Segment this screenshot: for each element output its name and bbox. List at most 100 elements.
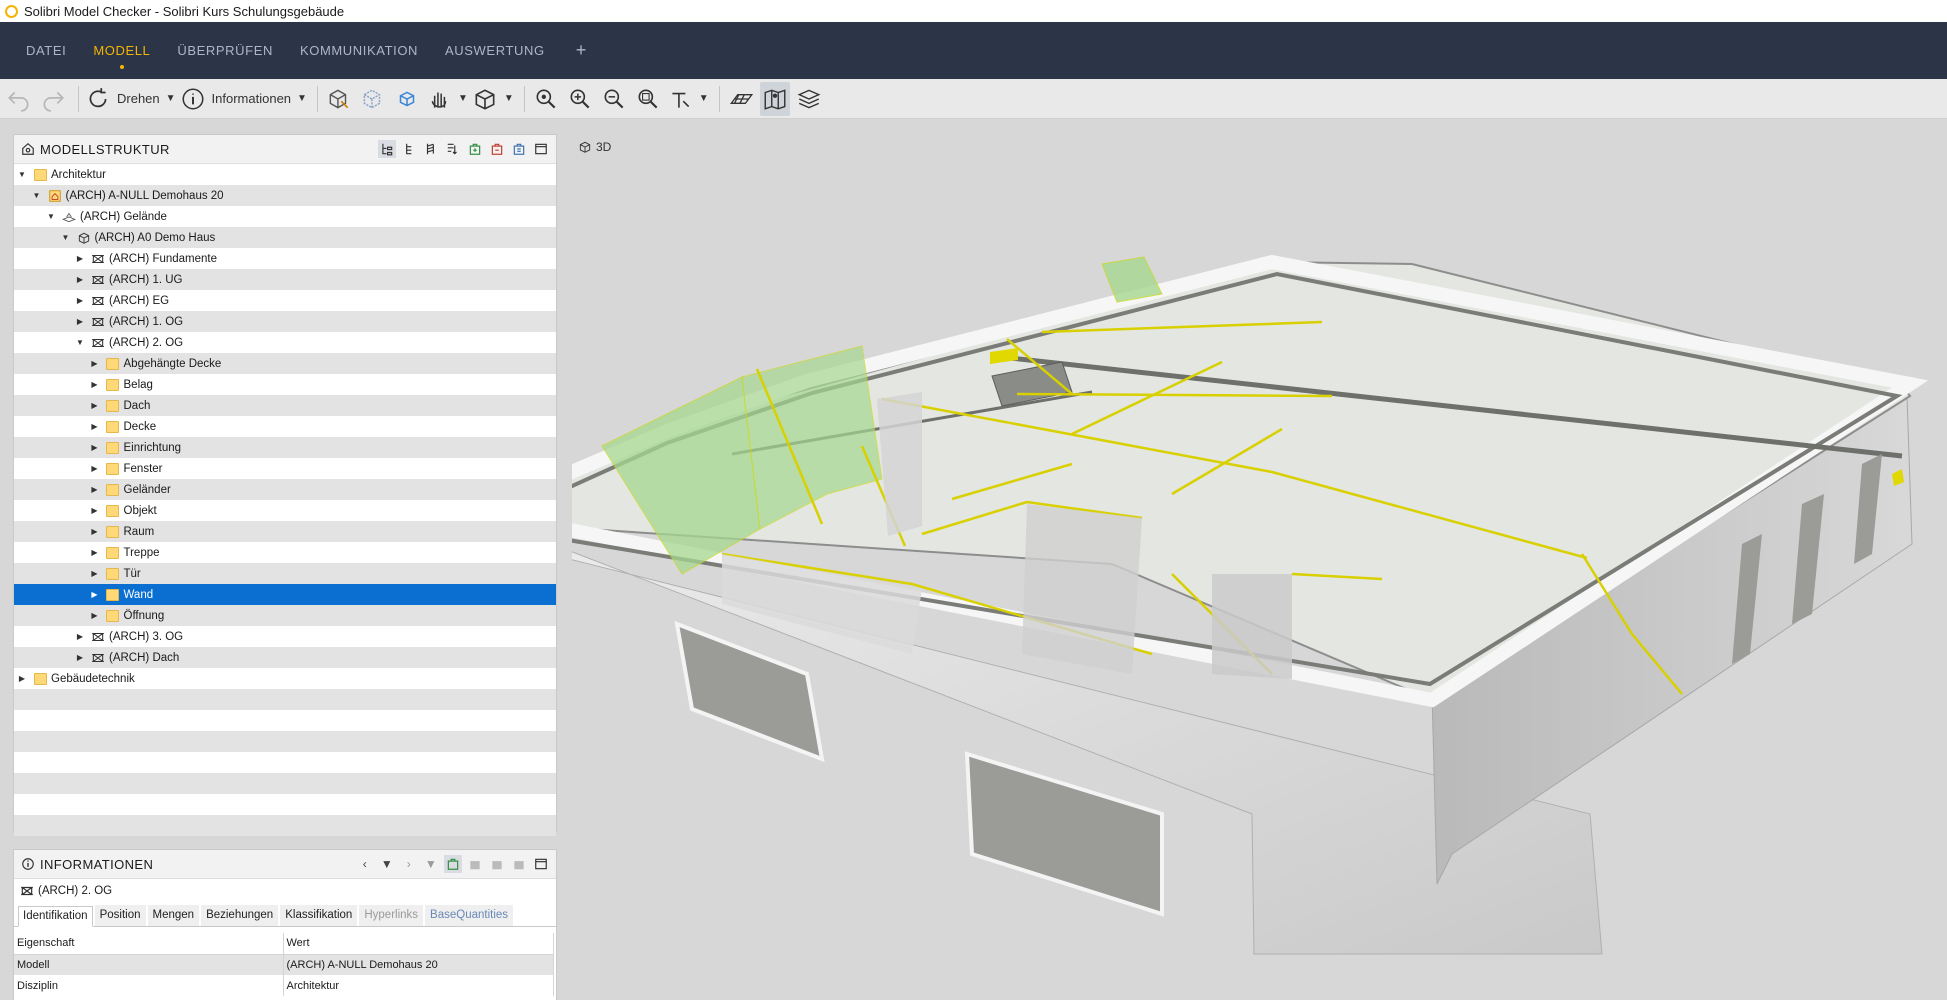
- tree-component-button[interactable]: [422, 140, 440, 158]
- tree-row[interactable]: ▶ Gebäudetechnik: [14, 668, 556, 689]
- tree-row[interactable]: ▶ (ARCH) Fundamente: [14, 248, 556, 269]
- expanded-toggle-icon[interactable]: ▼: [31, 191, 43, 200]
- maximize-panel-button[interactable]: [532, 855, 550, 873]
- basket-set-button[interactable]: [510, 140, 528, 158]
- section-plane-button[interactable]: [726, 82, 756, 116]
- isolate-button[interactable]: [392, 82, 422, 116]
- tree-row[interactable]: ▶ Tür: [14, 563, 556, 584]
- tree-row[interactable]: ▶ Treppe: [14, 542, 556, 563]
- tab-position[interactable]: Position: [94, 905, 146, 926]
- tree-row[interactable]: ▶ Dach: [14, 395, 556, 416]
- collapsed-toggle-icon[interactable]: ▶: [89, 548, 101, 557]
- tree-row[interactable]: ▶ Öffnung: [14, 605, 556, 626]
- basket-sync-button[interactable]: [444, 855, 462, 873]
- tab-klassifikation[interactable]: Klassifikation: [280, 905, 358, 926]
- basket-set-button[interactable]: [510, 855, 528, 873]
- zoom-extents-button[interactable]: [633, 82, 663, 116]
- expanded-toggle-icon[interactable]: ▼: [16, 170, 28, 179]
- collapsed-toggle-icon[interactable]: ▶: [89, 611, 101, 620]
- add-tab-button[interactable]: +: [576, 40, 587, 61]
- forward-button[interactable]: ›: [400, 855, 418, 873]
- chevron-down-icon[interactable]: ▼: [166, 93, 176, 104]
- tree-row[interactable]: ▶ (ARCH) 1. OG: [14, 311, 556, 332]
- walk-button[interactable]: ▼: [426, 82, 468, 116]
- tree-row[interactable]: ▼ (ARCH) A0 Demo Haus: [14, 227, 556, 248]
- table-row[interactable]: Disziplin Architektur: [14, 975, 554, 996]
- tree-row[interactable]: ▶ Wand: [14, 584, 556, 605]
- chevron-down-icon[interactable]: ▼: [504, 93, 514, 104]
- information-button[interactable]: Informationen ▼: [180, 82, 307, 116]
- tab-basequantities[interactable]: BaseQuantities: [425, 905, 514, 926]
- menu-ueberpruefen[interactable]: ÜBERPRÜFEN: [177, 43, 273, 58]
- collapsed-toggle-icon[interactable]: ▶: [89, 401, 101, 410]
- collapsed-toggle-icon[interactable]: ▶: [16, 674, 28, 683]
- rotate-button[interactable]: Drehen ▼: [85, 82, 176, 116]
- menu-auswertung[interactable]: AUSWERTUNG: [445, 43, 545, 58]
- collapsed-toggle-icon[interactable]: ▶: [89, 527, 101, 536]
- collapsed-toggle-icon[interactable]: ▶: [89, 443, 101, 452]
- layers-button[interactable]: [794, 82, 824, 116]
- tree-row[interactable]: ▶ (ARCH) EG: [14, 290, 556, 311]
- collapsed-toggle-icon[interactable]: ▶: [89, 464, 101, 473]
- tree-row[interactable]: ▼ (ARCH) A-NULL Demohaus 20: [14, 185, 556, 206]
- zoom-selection-button[interactable]: [531, 82, 561, 116]
- collapsed-toggle-icon[interactable]: ▶: [89, 506, 101, 515]
- zoom-in-button[interactable]: [565, 82, 595, 116]
- floor-plan-button[interactable]: [759, 81, 790, 116]
- tree-row[interactable]: ▶ Geländer: [14, 479, 556, 500]
- redo-button[interactable]: [38, 82, 68, 116]
- tree-hierarchy-button[interactable]: [378, 140, 396, 158]
- tab-mengen[interactable]: Mengen: [147, 905, 200, 926]
- collapsed-toggle-icon[interactable]: ▶: [89, 590, 101, 599]
- tree-row[interactable]: ▶ Raum: [14, 521, 556, 542]
- menu-modell[interactable]: MODELL: [93, 43, 150, 69]
- maximize-panel-button[interactable]: [532, 140, 550, 158]
- select-model-button[interactable]: [324, 82, 354, 116]
- menu-datei[interactable]: DATEI: [26, 43, 66, 58]
- collapsed-toggle-icon[interactable]: ▶: [74, 632, 86, 641]
- collapsed-toggle-icon[interactable]: ▶: [74, 254, 86, 263]
- expanded-toggle-icon[interactable]: ▼: [45, 212, 57, 221]
- tree-row[interactable]: ▼ (ARCH) Gelände: [14, 206, 556, 227]
- collapsed-toggle-icon[interactable]: ▶: [74, 275, 86, 284]
- tree-row[interactable]: ▶ Objekt: [14, 500, 556, 521]
- basket-add-button[interactable]: [466, 855, 484, 873]
- menu-kommunikation[interactable]: KOMMUNIKATION: [300, 43, 418, 58]
- chevron-down-icon[interactable]: ▼: [297, 93, 307, 104]
- zoom-out-button[interactable]: [599, 82, 629, 116]
- tree-filter-button[interactable]: [444, 140, 462, 158]
- expanded-toggle-icon[interactable]: ▼: [60, 233, 72, 242]
- tree-storey-button[interactable]: [400, 140, 418, 158]
- tree-row[interactable]: ▶ (ARCH) 1. UG: [14, 269, 556, 290]
- chevron-down-icon[interactable]: ▼: [458, 93, 468, 104]
- back-button[interactable]: ‹: [356, 855, 374, 873]
- collapsed-toggle-icon[interactable]: ▶: [89, 485, 101, 494]
- measure-button[interactable]: ▼: [667, 82, 709, 116]
- forward-history-dropdown-button[interactable]: ▼: [422, 855, 440, 873]
- tab-identifikation[interactable]: Identifikation: [18, 906, 93, 927]
- collapsed-toggle-icon[interactable]: ▶: [89, 359, 101, 368]
- tree-row[interactable]: ▶ Fenster: [14, 458, 556, 479]
- collapsed-toggle-icon[interactable]: ▶: [89, 380, 101, 389]
- basket-remove-button[interactable]: [488, 855, 506, 873]
- basket-remove-button[interactable]: [488, 140, 506, 158]
- collapsed-toggle-icon[interactable]: ▶: [74, 296, 86, 305]
- basket-add-button[interactable]: [466, 140, 484, 158]
- collapsed-toggle-icon[interactable]: ▶: [74, 317, 86, 326]
- tree-row[interactable]: ▶ (ARCH) Dach: [14, 647, 556, 668]
- view-cube-button[interactable]: ▼: [472, 82, 514, 116]
- tree-row[interactable]: ▶ Abgehängte Decke: [14, 353, 556, 374]
- expanded-toggle-icon[interactable]: ▼: [74, 338, 86, 347]
- undo-button[interactable]: [4, 82, 34, 116]
- building-model-render[interactable]: [461, 134, 1947, 1000]
- collapsed-toggle-icon[interactable]: ▶: [89, 422, 101, 431]
- tab-beziehungen[interactable]: Beziehungen: [201, 905, 279, 926]
- history-dropdown-button[interactable]: ▼: [378, 855, 396, 873]
- tree-row[interactable]: ▶ Decke: [14, 416, 556, 437]
- transparency-button[interactable]: [358, 82, 388, 116]
- collapsed-toggle-icon[interactable]: ▶: [89, 569, 101, 578]
- tree-row[interactable]: ▼ (ARCH) 2. OG: [14, 332, 556, 353]
- 3d-viewport[interactable]: [461, 134, 1947, 1000]
- tree-row[interactable]: ▶ Einrichtung: [14, 437, 556, 458]
- table-row[interactable]: Modell (ARCH) A-NULL Demohaus 20: [14, 954, 554, 975]
